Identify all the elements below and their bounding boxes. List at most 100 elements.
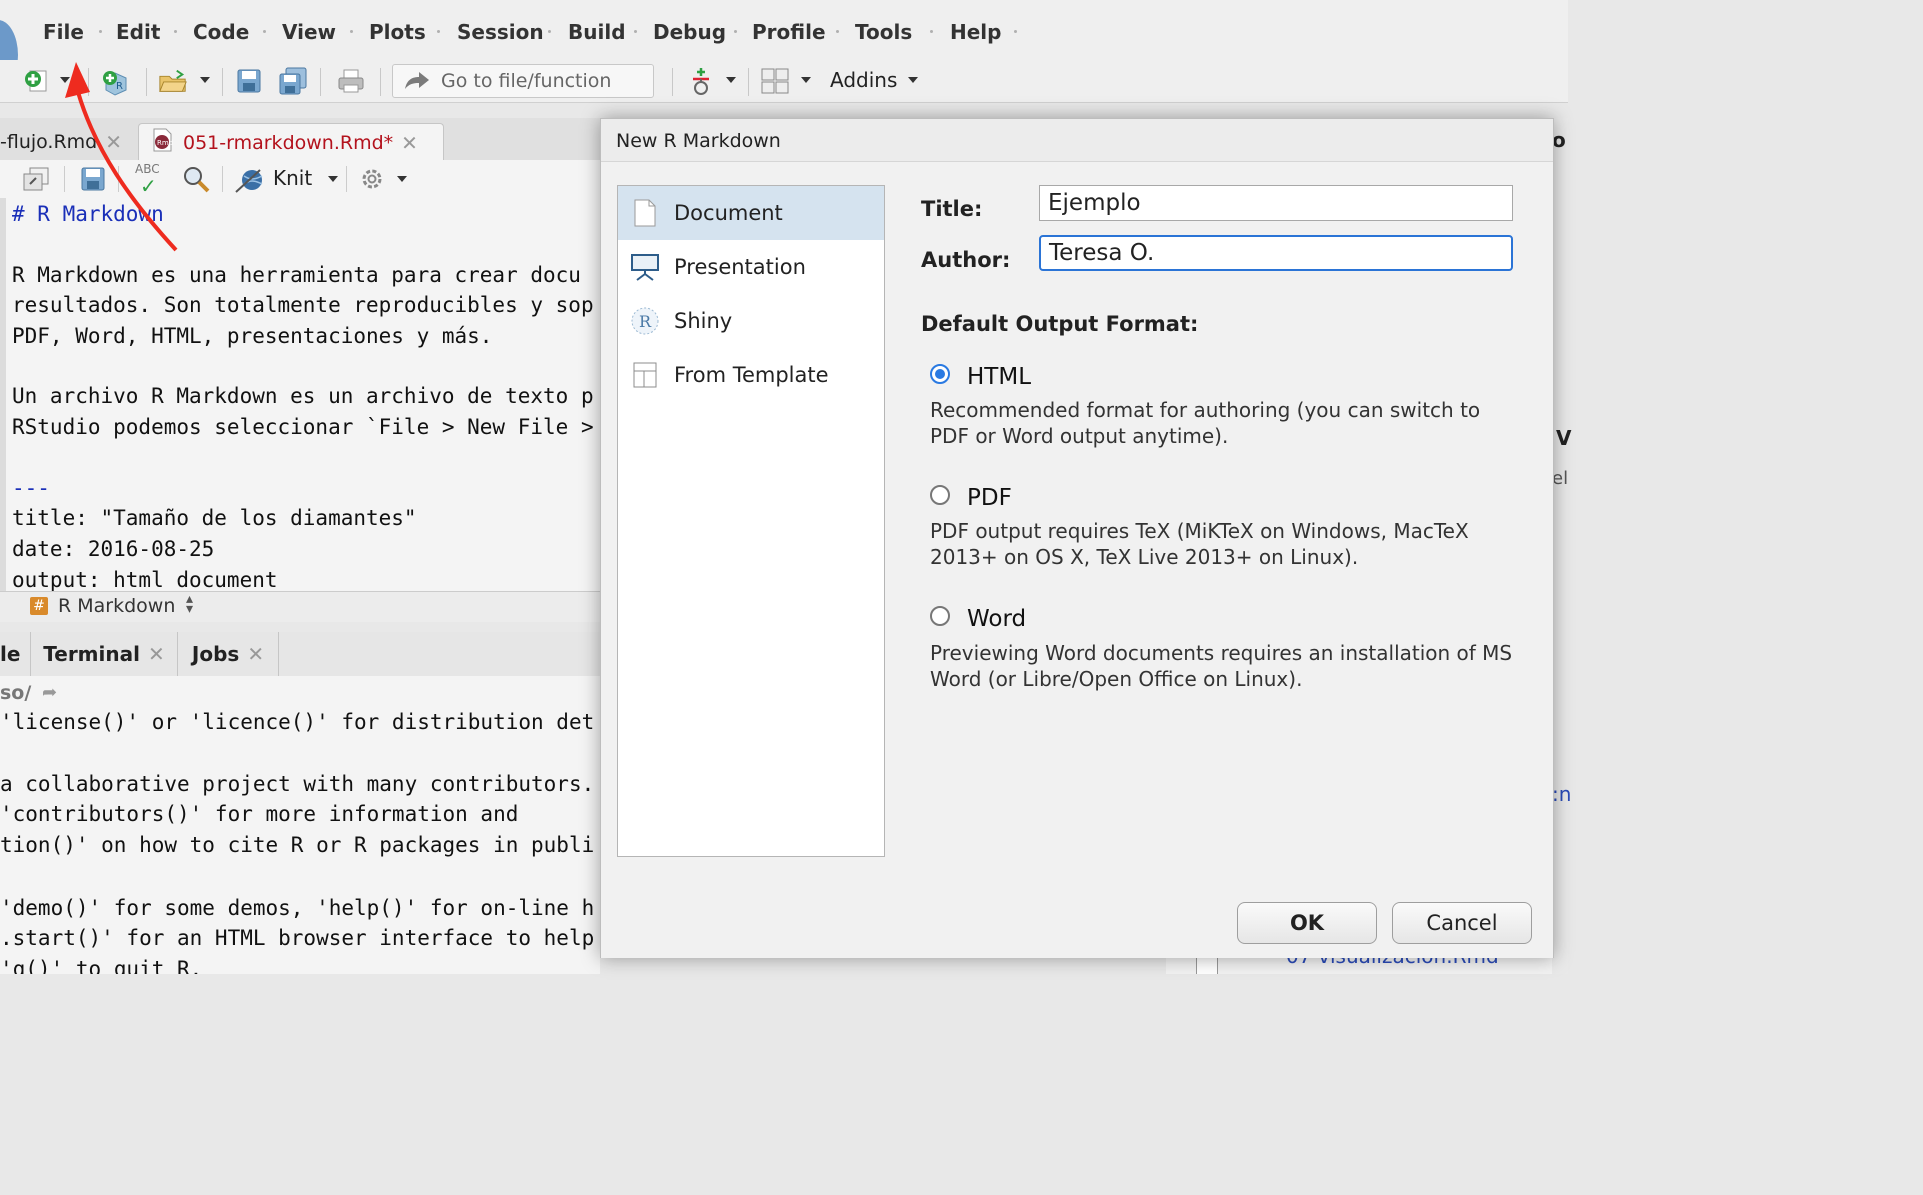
menu-help[interactable]: Help	[950, 20, 1001, 44]
chevron-down-icon[interactable]	[726, 77, 736, 83]
new-project-icon[interactable]: R	[100, 66, 130, 96]
type-item-shiny[interactable]: R Shiny	[618, 294, 884, 348]
type-item-template[interactable]: From Template	[618, 348, 884, 402]
menu-build[interactable]: Build	[568, 20, 626, 44]
toolbar-divider	[320, 68, 321, 96]
toolbar-divider	[222, 68, 223, 96]
arrow-forward-icon[interactable]: ➦	[42, 682, 57, 703]
radio-pdf[interactable]	[930, 485, 950, 505]
gear-icon[interactable]	[358, 165, 386, 197]
show-in-window-icon[interactable]	[22, 166, 50, 196]
menu-view[interactable]: View	[282, 20, 336, 44]
toolbar-divider	[222, 166, 223, 192]
vcs-icon[interactable]	[686, 66, 716, 96]
menu-debug[interactable]: Debug	[653, 20, 726, 44]
menu-file[interactable]: File	[43, 20, 84, 44]
checkbox[interactable]	[1196, 956, 1218, 974]
menu-edit[interactable]: Edit	[116, 20, 160, 44]
menu-separator	[634, 30, 637, 33]
code-line: PDF, Word, HTML, presentaciones y más.	[12, 324, 493, 348]
new-file-icon[interactable]	[22, 66, 52, 96]
go-to-file-input[interactable]: Go to file/function	[392, 64, 654, 98]
format-word-label[interactable]: Word	[967, 606, 1026, 632]
save-all-icon[interactable]	[278, 66, 308, 96]
ok-button[interactable]: OK	[1237, 902, 1377, 944]
toolbar-divider	[88, 68, 89, 96]
open-folder-icon[interactable]	[158, 66, 188, 96]
menu-separator	[734, 30, 737, 33]
format-word-desc: Previewing Word documents requires an in…	[930, 641, 1513, 691]
code-line: date: 2016-08-25	[12, 537, 215, 561]
author-field[interactable]: Teresa O.	[1039, 235, 1513, 271]
title-label: Title:	[921, 197, 983, 221]
menu-tools[interactable]: Tools	[855, 20, 912, 44]
radio-word[interactable]	[930, 606, 950, 626]
type-item-label: Presentation	[674, 255, 806, 279]
tab-console[interactable]: le	[0, 632, 31, 676]
editor-tab-label: -flujo.Rmd	[0, 130, 98, 153]
pane-fragment: V	[1556, 426, 1572, 450]
updown-icon[interactable]: ▴ ▾	[186, 592, 193, 616]
menu-separator	[930, 30, 933, 33]
console-line: 'demo()' for some demos, 'help()' for on…	[0, 896, 595, 920]
tab-jobs[interactable]: Jobs ✕	[178, 632, 279, 676]
menu-profile[interactable]: Profile	[752, 20, 826, 44]
chevron-down-icon[interactable]	[200, 77, 210, 83]
menu-code[interactable]: Code	[193, 20, 249, 44]
menu-separator	[174, 30, 177, 33]
editor-tab-rmarkdown[interactable]: Rmd 051-rmarkdown.Rmd* ✕	[138, 123, 444, 161]
code-line: RStudio podemos seleccionar `File > New …	[12, 415, 594, 439]
editor-tabs: -flujo.Rmd ✕ Rmd 051-rmarkdown.Rmd* ✕	[0, 118, 600, 161]
print-icon[interactable]	[336, 66, 366, 96]
save-icon[interactable]	[80, 166, 106, 196]
chevron-down-icon[interactable]	[908, 77, 918, 83]
code-line: title: "Tamaño de los diamantes"	[12, 506, 417, 530]
menu-separator	[1014, 30, 1017, 33]
format-html-label[interactable]: HTML	[967, 364, 1031, 390]
type-item-document[interactable]: Document	[618, 186, 884, 240]
menu-separator	[263, 30, 266, 33]
addins-menu[interactable]: Addins	[830, 68, 897, 92]
search-icon[interactable]	[182, 165, 210, 197]
tab-label: Jobs	[191, 642, 240, 666]
close-icon[interactable]: ✕	[247, 642, 264, 666]
document-icon	[630, 198, 660, 228]
format-pdf-label[interactable]: PDF	[967, 485, 1012, 511]
title-field[interactable]: Ejemplo	[1039, 185, 1513, 221]
editor-status-bar: # R Markdown ▴ ▾	[0, 591, 600, 622]
chevron-down-icon[interactable]	[801, 77, 811, 83]
svg-text:Rmd: Rmd	[157, 139, 173, 147]
right-pane: o V el :n	[1552, 118, 1572, 974]
toolbar-divider	[64, 166, 65, 192]
section-icon: #	[30, 597, 48, 615]
code-editor[interactable]: # R Markdown R Markdown es una herramien…	[0, 198, 600, 591]
console-line: tion()' on how to cite R or R packages i…	[0, 833, 595, 857]
code-line: Un archivo R Markdown es un archivo de t…	[12, 384, 594, 408]
cancel-button[interactable]: Cancel	[1392, 902, 1532, 944]
chevron-down-icon[interactable]	[328, 176, 338, 182]
close-icon[interactable]: ✕	[148, 642, 165, 666]
type-item-presentation[interactable]: Presentation	[618, 240, 884, 294]
menu-plots[interactable]: Plots	[369, 20, 426, 44]
knit-button[interactable]: Knit	[273, 166, 312, 190]
type-item-label: Document	[674, 201, 783, 225]
editor-tab-flujo[interactable]: -flujo.Rmd ✕	[0, 123, 132, 160]
tab-label: le	[0, 642, 21, 666]
format-pdf-desc: PDF output requires TeX (MiKTeX on Windo…	[930, 519, 1469, 569]
console-output[interactable]: so/ ➦ 'license()' or 'licence()' for dis…	[0, 676, 600, 974]
console-line: 'contributors()' for more information an…	[0, 802, 519, 826]
dialog-body: Document Presentation R Shiny From Templ…	[601, 161, 1553, 958]
presentation-icon	[630, 252, 660, 282]
radio-html[interactable]	[930, 364, 950, 384]
grid-layout-icon[interactable]	[760, 66, 790, 96]
knit-icon[interactable]	[234, 166, 266, 198]
chevron-down-icon[interactable]	[397, 176, 407, 182]
save-icon[interactable]	[234, 66, 264, 96]
doc-type-selector[interactable]: R Markdown	[58, 595, 175, 617]
editor-toolbar: ABC ✓ Knit	[0, 160, 600, 199]
close-icon[interactable]: ✕	[401, 131, 418, 155]
tab-terminal[interactable]: Terminal ✕	[31, 632, 178, 676]
chevron-down-icon[interactable]	[60, 77, 70, 83]
close-icon[interactable]: ✕	[105, 130, 122, 154]
menu-session[interactable]: Session	[457, 20, 544, 44]
